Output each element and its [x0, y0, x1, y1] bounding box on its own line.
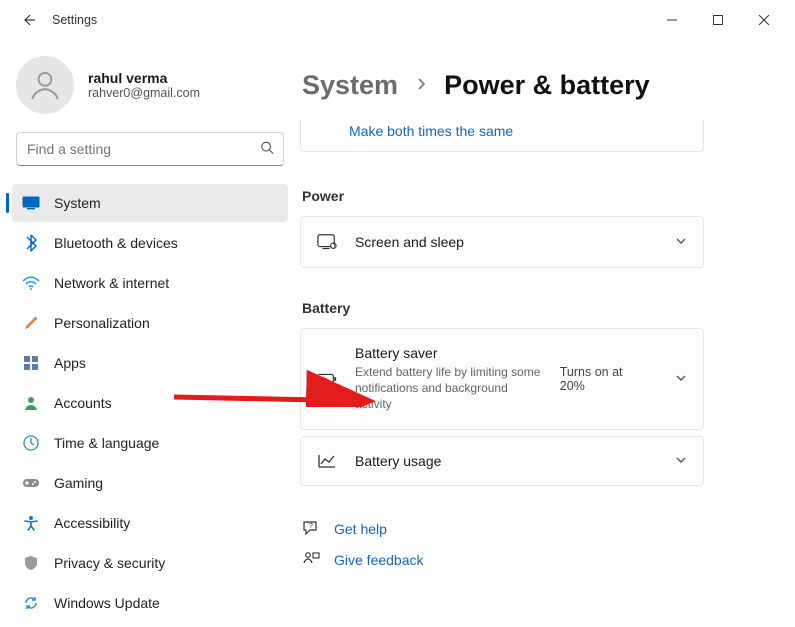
window-controls — [649, 4, 787, 36]
sidebar: rahul verma rahver0@gmail.com System Blu… — [0, 40, 300, 627]
nav-item-windows-update[interactable]: Windows Update — [12, 584, 288, 622]
nav-label: Apps — [54, 355, 86, 371]
back-arrow-icon — [20, 12, 36, 28]
profile-block[interactable]: rahul verma rahver0@gmail.com — [12, 50, 288, 130]
breadcrumb-current: Power & battery — [444, 70, 650, 101]
nav-label: Network & internet — [54, 275, 169, 291]
close-icon — [759, 15, 769, 25]
person-icon — [28, 68, 62, 102]
screen-sleep-icon — [317, 233, 337, 251]
battery-saver-card: Battery saver Extend battery life by lim… — [300, 328, 704, 430]
window-title: Settings — [52, 13, 97, 27]
nav-label: Bluetooth & devices — [54, 235, 178, 251]
battery-saver-row[interactable]: Battery saver Extend battery life by lim… — [301, 329, 703, 429]
nav-label: Personalization — [54, 315, 150, 331]
minimize-icon — [667, 15, 677, 25]
display-icon — [22, 194, 40, 212]
nav-item-apps[interactable]: Apps — [12, 344, 288, 382]
main-content: System Power & battery Make both times t… — [300, 40, 795, 627]
screen-sleep-row[interactable]: Screen and sleep — [301, 217, 703, 267]
screen-sleep-card: Screen and sleep — [300, 216, 704, 268]
nav-item-time-language[interactable]: Time & language — [12, 424, 288, 462]
nav-label: Windows Update — [54, 595, 160, 611]
maximize-icon — [713, 15, 723, 25]
truncated-card: Make both times the same — [300, 119, 704, 152]
nav-list: System Bluetooth & devices Network & int… — [12, 184, 288, 622]
update-icon — [22, 594, 40, 612]
gaming-icon — [22, 474, 40, 492]
section-power-label: Power — [302, 188, 775, 204]
chevron-down-icon — [675, 234, 687, 250]
nav-item-network[interactable]: Network & internet — [12, 264, 288, 302]
row-title: Screen and sleep — [355, 234, 464, 250]
svg-text:?: ? — [309, 523, 313, 530]
profile-email: rahver0@gmail.com — [88, 86, 200, 100]
nav-item-accounts[interactable]: Accounts — [12, 384, 288, 422]
nav-label: Time & language — [54, 435, 159, 451]
help-label: Get help — [334, 521, 387, 537]
apps-icon — [22, 354, 40, 372]
give-feedback-link[interactable]: Give feedback — [300, 545, 775, 576]
titlebar: Settings — [0, 0, 795, 40]
globe-clock-icon — [22, 434, 40, 452]
wifi-icon — [22, 274, 40, 292]
battery-saver-icon — [317, 371, 337, 387]
get-help-link[interactable]: ? Get help — [300, 514, 775, 545]
avatar — [16, 56, 74, 114]
nav-item-bluetooth[interactable]: Bluetooth & devices — [12, 224, 288, 262]
nav-label: Accessibility — [54, 515, 130, 531]
brush-icon — [22, 314, 40, 332]
row-title: Battery usage — [355, 453, 441, 469]
accessibility-icon — [22, 514, 40, 532]
nav-label: Privacy & security — [54, 555, 165, 571]
back-button[interactable] — [8, 0, 48, 40]
help-icon: ? — [302, 520, 320, 539]
maximize-button[interactable] — [695, 4, 741, 36]
accounts-icon — [22, 394, 40, 412]
bluetooth-icon — [22, 234, 40, 252]
battery-saver-status: Turns on at 20% — [560, 365, 645, 393]
shield-icon — [22, 554, 40, 572]
search-icon — [260, 141, 274, 158]
nav-item-personalization[interactable]: Personalization — [12, 304, 288, 342]
chevron-down-icon — [675, 371, 687, 387]
chart-icon — [317, 453, 337, 469]
profile-name: rahul verma — [88, 70, 200, 86]
nav-label: Accounts — [54, 395, 112, 411]
row-subtitle: Extend battery life by limiting some not… — [355, 364, 542, 413]
make-same-link[interactable]: Make both times the same — [349, 123, 513, 139]
battery-usage-card: Battery usage — [300, 436, 704, 486]
nav-item-accessibility[interactable]: Accessibility — [12, 504, 288, 542]
nav-label: Gaming — [54, 475, 103, 491]
feedback-icon — [302, 551, 320, 570]
nav-label: System — [54, 195, 101, 211]
nav-item-gaming[interactable]: Gaming — [12, 464, 288, 502]
nav-item-privacy[interactable]: Privacy & security — [12, 544, 288, 582]
battery-usage-row[interactable]: Battery usage — [301, 437, 703, 485]
breadcrumb: System Power & battery — [300, 70, 775, 101]
nav-item-system[interactable]: System — [12, 184, 288, 222]
search-wrap — [16, 132, 284, 166]
help-links: ? Get help Give feedback — [300, 514, 775, 576]
chevron-down-icon — [675, 453, 687, 469]
row-title: Battery saver — [355, 345, 542, 361]
chevron-right-icon — [416, 77, 426, 94]
search-input[interactable] — [16, 132, 284, 166]
close-button[interactable] — [741, 4, 787, 36]
minimize-button[interactable] — [649, 4, 695, 36]
section-battery-label: Battery — [302, 300, 775, 316]
breadcrumb-parent[interactable]: System — [302, 70, 398, 101]
feedback-label: Give feedback — [334, 552, 424, 568]
